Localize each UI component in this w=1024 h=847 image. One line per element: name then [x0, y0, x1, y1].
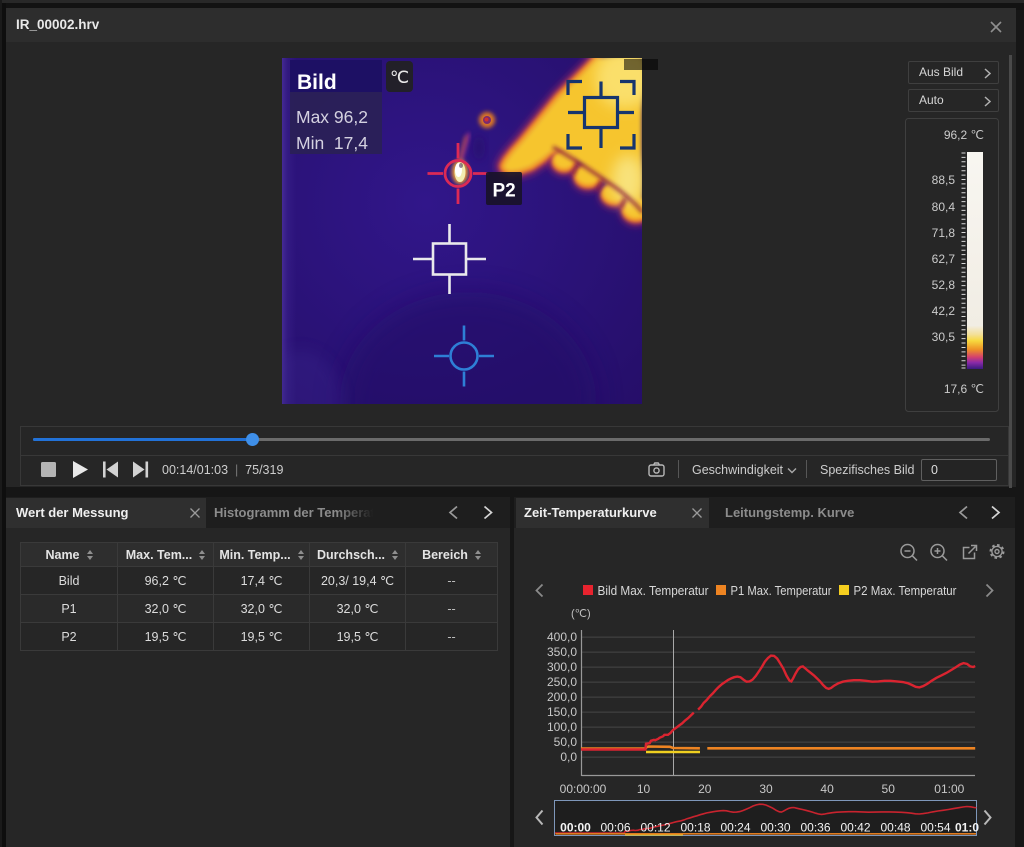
- svg-text:Bild Max. Temperatur: Bild Max. Temperatur: [598, 584, 709, 598]
- svg-text:00:06: 00:06: [600, 821, 630, 835]
- svg-text:00:48: 00:48: [880, 821, 910, 835]
- svg-text:P1 Max. Temperatur: P1 Max. Temperatur: [731, 584, 832, 598]
- svg-text:80,4: 80,4: [932, 200, 956, 214]
- svg-text:00:30: 00:30: [760, 821, 790, 835]
- svg-text:50,0: 50,0: [554, 735, 578, 749]
- svg-text:200,0: 200,0: [547, 690, 577, 704]
- svg-text:96,2 ℃: 96,2 ℃: [944, 128, 984, 142]
- svg-text:P2 Max. Temperatur: P2 Max. Temperatur: [854, 584, 957, 598]
- svg-text:00:00: 00:00: [560, 821, 591, 835]
- svg-text:400,0: 400,0: [547, 630, 577, 644]
- svg-text:20: 20: [698, 782, 712, 796]
- svg-text:30,5: 30,5: [932, 330, 956, 344]
- svg-text:50: 50: [882, 782, 896, 796]
- svg-text:00:00:00: 00:00:00: [560, 782, 607, 796]
- svg-text:00:36: 00:36: [800, 821, 830, 835]
- svg-text:00:42: 00:42: [840, 821, 870, 835]
- svg-text:88,5: 88,5: [932, 173, 956, 187]
- svg-text:300,0: 300,0: [547, 660, 577, 674]
- svg-text:00:54: 00:54: [920, 821, 950, 835]
- svg-text:71,8: 71,8: [932, 226, 956, 240]
- svg-text:℃: ℃: [390, 68, 409, 87]
- svg-text:150,0: 150,0: [547, 705, 577, 719]
- svg-text:01:0: 01:0: [955, 821, 979, 835]
- svg-text:01:00: 01:00: [934, 782, 964, 796]
- svg-text:17,6 ℃: 17,6 ℃: [944, 382, 984, 396]
- svg-text:Bild: Bild: [297, 71, 337, 94]
- svg-text:62,7: 62,7: [932, 252, 956, 266]
- svg-text:00:24: 00:24: [720, 821, 750, 835]
- svg-text:42,2: 42,2: [932, 304, 956, 318]
- svg-text:00:12: 00:12: [640, 821, 670, 835]
- svg-text:100,0: 100,0: [547, 720, 577, 734]
- svg-text:(℃): (℃): [571, 608, 591, 620]
- svg-text:350,0: 350,0: [547, 645, 577, 659]
- svg-text:Min 17,4: Min 17,4: [296, 133, 368, 153]
- svg-text:P2: P2: [493, 181, 516, 202]
- svg-text:30: 30: [759, 782, 773, 796]
- svg-text:52,8: 52,8: [932, 278, 956, 292]
- svg-text:Max 96,2: Max 96,2: [296, 107, 368, 127]
- svg-text:40: 40: [820, 782, 834, 796]
- svg-text:250,0: 250,0: [547, 675, 577, 689]
- svg-text:10: 10: [637, 782, 651, 796]
- svg-text:0,0: 0,0: [560, 750, 577, 764]
- svg-text:00:18: 00:18: [680, 821, 710, 835]
